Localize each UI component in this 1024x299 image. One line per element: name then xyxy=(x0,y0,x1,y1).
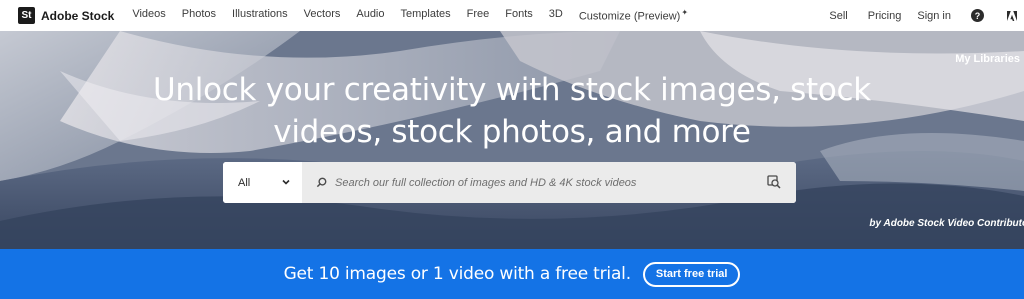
nav-item-fonts[interactable]: Fonts xyxy=(505,8,533,23)
nav-links: Videos Photos Illustrations Vectors Audi… xyxy=(132,8,704,23)
start-free-trial-button[interactable]: Start free trial xyxy=(642,261,741,287)
image-credit: by Adobe Stock Video Contributor xyxy=(869,218,1024,229)
free-trial-banner: Get 10 images or 1 video with a free tri… xyxy=(0,249,1024,299)
nav-item-vectors[interactable]: Vectors xyxy=(304,8,341,23)
nav-item-free[interactable]: Free xyxy=(467,8,490,23)
search-field xyxy=(302,162,796,203)
category-select-value: All xyxy=(238,176,251,189)
sparkle-icon: ✦ xyxy=(681,8,689,18)
hero-title: Unlock your creativity with stock images… xyxy=(0,69,1024,153)
nav-item-templates[interactable]: Templates xyxy=(401,8,451,23)
search-icon xyxy=(316,177,327,188)
brand-name: Adobe Stock xyxy=(41,8,115,23)
image-credit-text: by Adobe Stock Video Contributor xyxy=(869,218,1024,229)
sign-in-link[interactable]: Sign in xyxy=(917,10,951,22)
search-bar: All xyxy=(223,162,796,203)
top-navigation: St Adobe Stock Videos Photos Illustratio… xyxy=(0,0,1024,31)
nav-item-illustrations[interactable]: Illustrations xyxy=(232,8,288,23)
nav-item-customize[interactable]: Customize (Preview)✦ xyxy=(579,8,688,23)
sell-link[interactable]: Sell xyxy=(829,10,847,22)
nav-item-customize-label: Customize (Preview) xyxy=(578,10,681,23)
pricing-link[interactable]: Pricing xyxy=(868,10,902,22)
help-icon[interactable]: ? xyxy=(971,9,984,22)
adobe-logo-icon[interactable] xyxy=(1006,10,1018,22)
category-select[interactable]: All xyxy=(223,162,302,203)
my-libraries-link[interactable]: My Libraries xyxy=(955,53,1020,65)
nav-item-videos[interactable]: Videos xyxy=(132,8,165,23)
adobe-stock-logo[interactable]: St Adobe Stock xyxy=(18,7,114,24)
nav-right: Sell Pricing Sign in ? xyxy=(829,0,1024,31)
visual-search-icon[interactable] xyxy=(767,175,781,189)
search-input[interactable] xyxy=(335,176,755,189)
nav-item-photos[interactable]: Photos xyxy=(182,8,216,23)
hero-banner: My Libraries Unlock your creativity with… xyxy=(0,31,1024,249)
nav-item-audio[interactable]: Audio xyxy=(356,8,384,23)
chevron-down-icon xyxy=(282,179,290,185)
hero-title-line-1: Unlock your creativity with stock images… xyxy=(153,72,871,108)
nav-item-3d[interactable]: 3D xyxy=(549,8,563,23)
hero-title-line-2: videos, stock photos, and more xyxy=(273,114,751,150)
stock-logo-mark: St xyxy=(18,7,35,24)
free-trial-text: Get 10 images or 1 video with a free tri… xyxy=(283,264,632,284)
